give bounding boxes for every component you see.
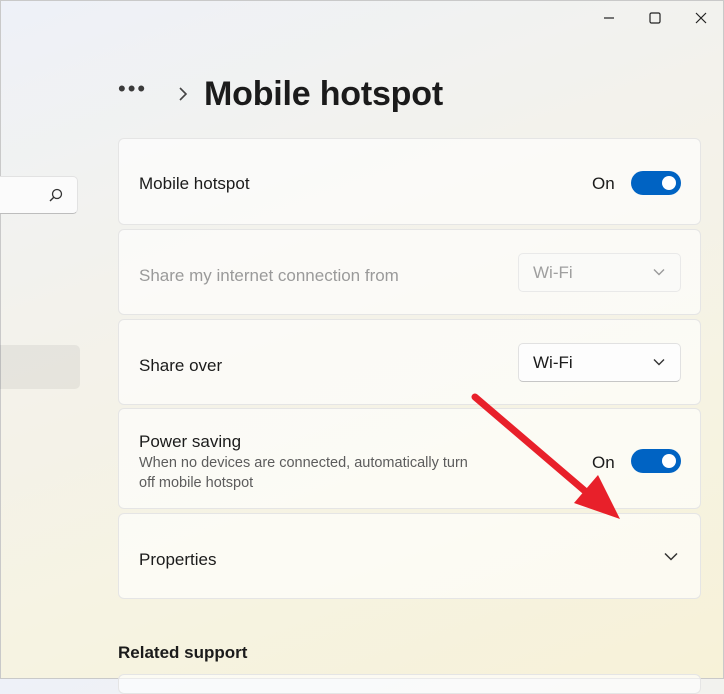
share-over-value: Wi-Fi — [533, 353, 573, 372]
sidebar-selected-item[interactable] — [0, 345, 80, 389]
mobile-hotspot-card: Mobile hotspot On — [118, 138, 701, 225]
search-icon — [49, 188, 63, 202]
power-saving-state: On — [592, 453, 615, 472]
breadcrumb: ••• Mobile hotspot — [118, 72, 443, 116]
power-saving-label: Power saving — [139, 432, 242, 451]
properties-label: Properties — [139, 550, 217, 569]
window-caption-buttons — [586, 0, 724, 36]
mobile-hotspot-toggle[interactable] — [631, 171, 681, 195]
minimize-button[interactable] — [586, 0, 632, 36]
chevron-down-icon[interactable] — [664, 552, 678, 561]
mobile-hotspot-label: Mobile hotspot — [139, 174, 250, 193]
related-support-heading: Related support — [118, 643, 248, 662]
related-support-card[interactable] — [118, 674, 701, 694]
power-saving-card: Power saving When no devices are connect… — [118, 408, 701, 509]
close-icon — [695, 12, 707, 24]
page-title: Mobile hotspot — [204, 74, 443, 113]
chevron-down-icon — [653, 359, 665, 366]
share-over-card: Share over Wi-Fi — [118, 319, 701, 405]
search-input[interactable] — [0, 176, 78, 214]
chevron-down-icon — [653, 269, 665, 276]
minimize-icon — [604, 17, 614, 19]
share-from-dropdown: Wi-Fi — [518, 253, 681, 292]
close-button[interactable] — [678, 0, 724, 36]
power-saving-description: When no devices are connected, automatic… — [139, 455, 468, 491]
share-from-label: Share my internet connection from — [139, 266, 399, 285]
maximize-button[interactable] — [632, 0, 678, 36]
mobile-hotspot-state: On — [592, 174, 615, 193]
share-over-label: Share over — [139, 356, 223, 375]
maximize-icon — [649, 12, 661, 24]
share-from-value: Wi-Fi — [533, 263, 573, 282]
toggle-knob — [662, 454, 676, 468]
chevron-right-icon — [178, 86, 188, 102]
toggle-knob — [662, 176, 676, 190]
power-saving-toggle[interactable] — [631, 449, 681, 473]
share-from-card: Share my internet connection from Wi-Fi — [118, 229, 701, 315]
properties-card[interactable]: Properties — [118, 513, 701, 599]
share-over-dropdown[interactable]: Wi-Fi — [518, 343, 681, 382]
breadcrumb-more-button[interactable]: ••• — [118, 78, 152, 100]
